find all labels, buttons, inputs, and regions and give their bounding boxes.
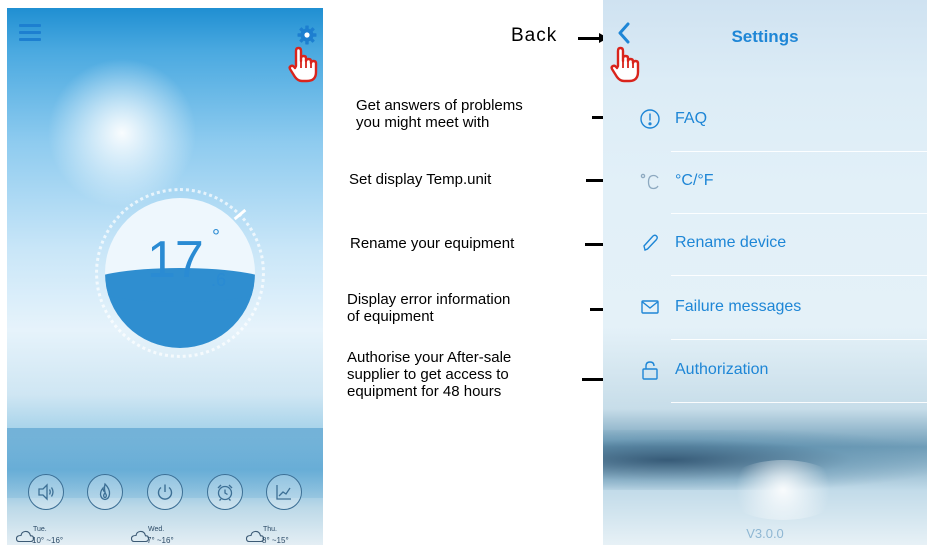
info-icon	[640, 109, 660, 129]
main-screen: 17 ° .6 Tue. 10° ~16° Wed. 7° ~16° Thu. …	[7, 8, 323, 545]
app-version: V3.0.0	[746, 526, 784, 541]
pointer-hand-icon	[288, 46, 318, 83]
envelope-icon	[641, 300, 659, 314]
menu-icon[interactable]	[19, 24, 41, 42]
settings-item-failure-messages[interactable]: Failure messages	[603, 278, 927, 340]
timer-button[interactable]	[207, 474, 243, 510]
divider	[671, 275, 927, 276]
forecast-day: Wed. 7° ~16°	[130, 523, 210, 545]
forecast-day: Tue. 10° ~16°	[15, 523, 95, 545]
settings-item-label: Authorization	[675, 361, 769, 378]
authorization-annotation-line: equipment for 48 hours	[347, 383, 502, 400]
chart-icon	[276, 485, 291, 500]
divider	[671, 339, 927, 340]
forecast-temp-range: 8° ~15°	[262, 536, 289, 545]
faq-annotation-line: you might meet with	[356, 114, 490, 131]
back-arrow	[578, 33, 608, 43]
sound-icon	[38, 483, 54, 501]
forecast-temp-range: 10° ~16°	[32, 536, 64, 545]
light-glow	[723, 460, 843, 520]
forecast-day-label: Thu.	[263, 526, 278, 533]
settings-item-rename[interactable]: Rename device	[603, 214, 927, 276]
rename-annotation: Rename your equipment	[350, 235, 515, 252]
pointer-hand-icon	[610, 46, 640, 83]
heat-button[interactable]	[87, 474, 123, 510]
settings-item-faq[interactable]: FAQ	[603, 90, 927, 152]
failure-annotation-line: of equipment	[347, 308, 434, 325]
pencil-icon	[643, 234, 658, 251]
unit-annotation: Set display Temp.unit	[349, 171, 492, 188]
temperature-value: 17	[147, 231, 204, 289]
settings-screen: Settings FAQ °C/°F Rename device Failure…	[603, 0, 927, 545]
faq-annotation: Get answers of problems you might meet w…	[356, 97, 523, 131]
forecast-day: Thu. 8° ~15°	[245, 523, 323, 545]
authorization-annotation-line: Authorise your After-sale	[347, 349, 512, 366]
celsius-icon	[640, 173, 659, 190]
faq-annotation-line: Get answers of problems	[356, 97, 523, 114]
settings-item-label: FAQ	[675, 110, 708, 127]
lock-icon	[642, 361, 658, 380]
settings-item-authorization[interactable]: Authorization	[603, 341, 927, 403]
failure-annotation: Display error information of equipment	[347, 291, 510, 325]
back-annotation: Back	[511, 25, 558, 46]
authorization-annotation: Authorise your After-sale supplier to ge…	[347, 349, 511, 400]
divider	[671, 402, 927, 403]
statistics-button[interactable]	[266, 474, 302, 510]
settings-item-label: Failure messages	[675, 298, 802, 315]
failure-annotation-line: Display error information	[347, 291, 511, 308]
flame-icon	[99, 482, 111, 501]
forecast-temp-range: 7° ~16°	[147, 536, 174, 545]
forecast-day-label: Tue.	[33, 526, 47, 533]
settings-item-temperature-unit[interactable]: °C/°F	[603, 152, 927, 214]
sky-background	[47, 58, 197, 208]
power-icon	[157, 484, 173, 500]
settings-item-label: °C/°F	[675, 172, 714, 189]
temperature-decimal: .6	[211, 270, 227, 290]
alarm-clock-icon	[217, 484, 233, 501]
forecast-day-label: Wed.	[148, 526, 165, 533]
settings-item-label: Rename device	[675, 234, 787, 251]
sound-button[interactable]	[28, 474, 64, 510]
gear-icon[interactable]	[297, 25, 317, 45]
power-button[interactable]	[147, 474, 183, 510]
authorization-annotation-line: supplier to get access to	[347, 366, 509, 383]
temperature-degree: °	[212, 226, 220, 248]
page-title: Settings	[731, 27, 799, 46]
